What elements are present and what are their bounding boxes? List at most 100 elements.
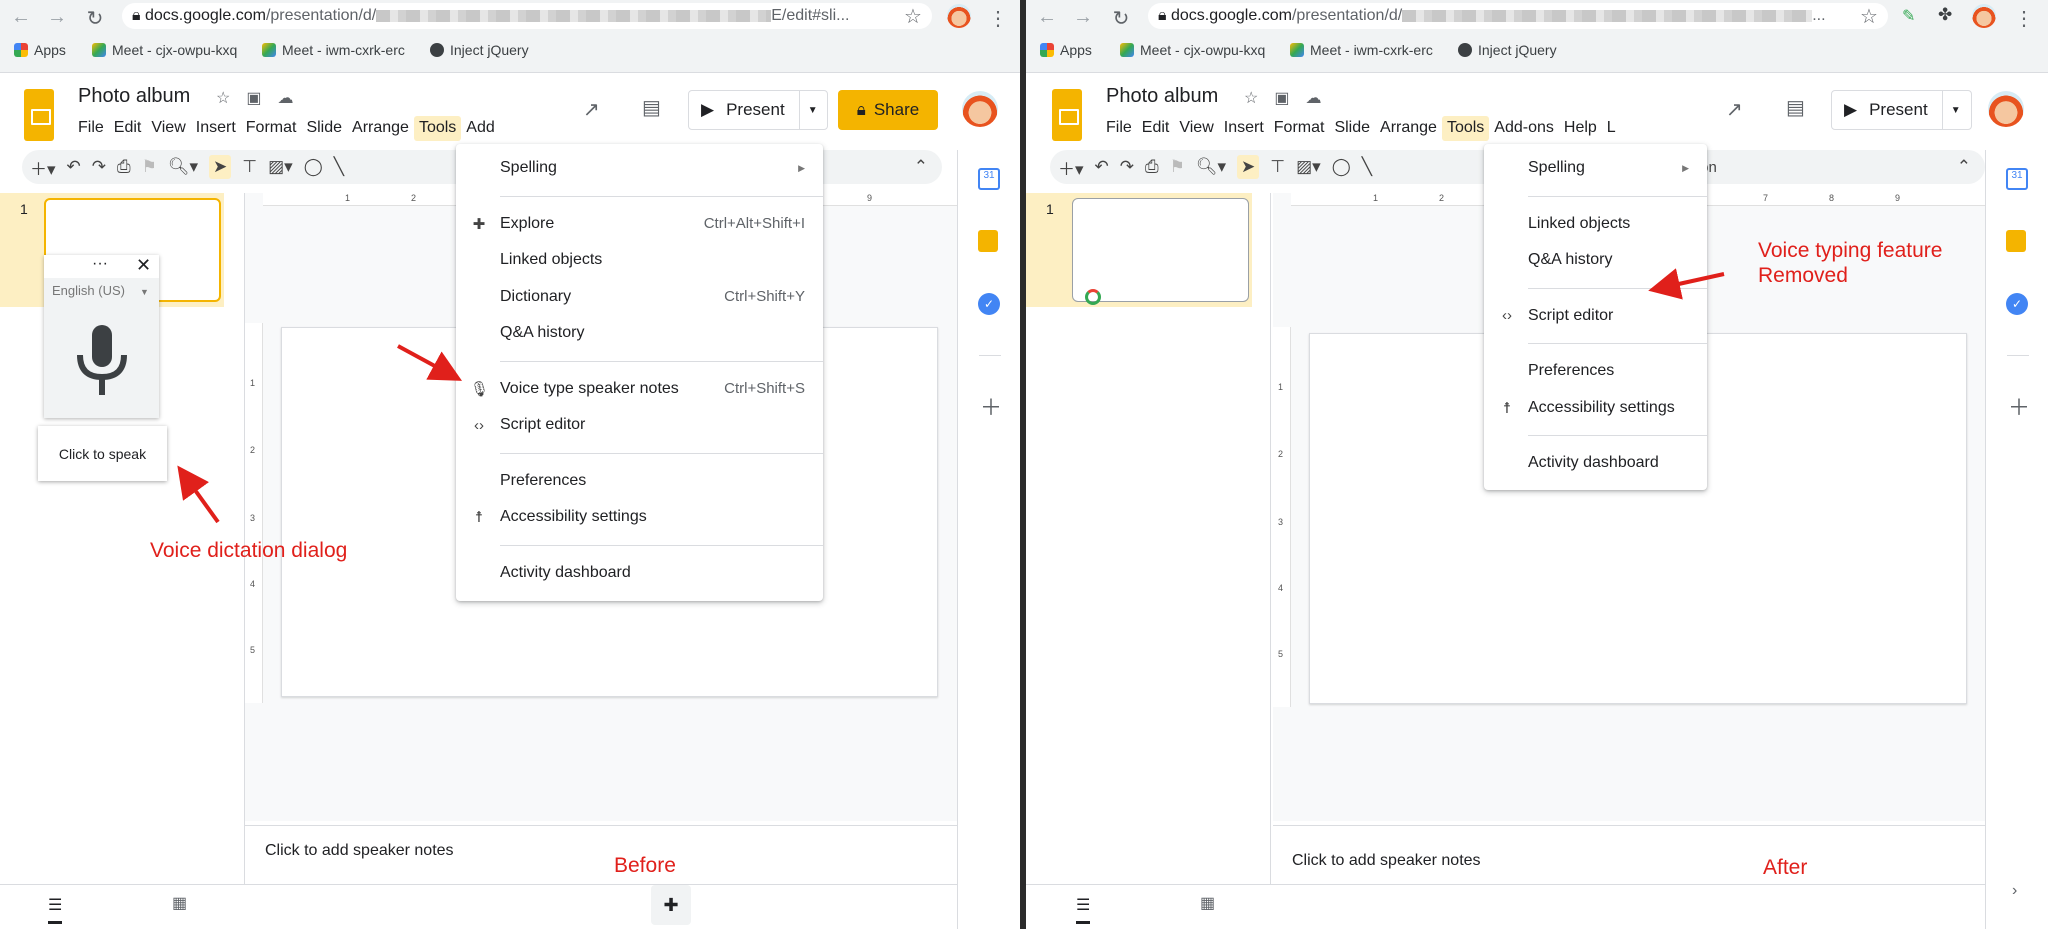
slide-thumbnail-row[interactable]: 1: [1026, 193, 1252, 307]
extensions-puzzle-icon[interactable]: ✤: [1938, 5, 1952, 25]
bookmark-meet-1[interactable]: Meet - cjx-owpu-kxq: [92, 42, 237, 58]
menu-add-ons[interactable]: Add-ons: [1489, 116, 1559, 141]
calendar-icon[interactable]: 31: [2006, 168, 2028, 190]
menu-item-activity-dashboard[interactable]: Activity dashboard: [1484, 445, 1707, 482]
language-select[interactable]: English (US): [52, 283, 125, 298]
grid-view-icon[interactable]: ▦: [172, 893, 187, 913]
menu-item-spelling[interactable]: Spelling ▶: [456, 150, 823, 187]
paint-format-icon[interactable]: ⚑: [142, 157, 157, 177]
menu-view[interactable]: View: [146, 116, 190, 141]
menu-item-preferences[interactable]: Preferences: [1484, 353, 1707, 390]
chrome-menu-icon[interactable]: ⋮: [985, 6, 1011, 31]
menu-item-accessibility-settings[interactable]: ☨ Accessibility settings: [1484, 390, 1707, 427]
menu-format[interactable]: Format: [241, 116, 302, 141]
speaker-notes[interactable]: Click to add speaker notes: [245, 825, 957, 884]
shape-icon[interactable]: ◯: [304, 157, 323, 177]
forward-button[interactable]: →: [1070, 6, 1096, 29]
print-icon[interactable]: ⎙: [117, 157, 131, 177]
close-icon[interactable]: ✕: [136, 255, 151, 276]
document-title[interactable]: Photo album: [78, 85, 190, 108]
redo-icon[interactable]: ↷: [1120, 157, 1134, 177]
add-addon-icon[interactable]: ＋: [980, 390, 1002, 422]
menu-slide[interactable]: Slide: [301, 116, 347, 141]
menu-item-activity-dashboard[interactable]: Activity dashboard: [456, 555, 823, 592]
menu-item-q-a-history[interactable]: Q&A history: [456, 315, 823, 352]
profile-avatar[interactable]: [1972, 4, 1996, 28]
bookmark-star-icon[interactable]: ☆: [1856, 4, 1882, 29]
present-dropdown-icon[interactable]: ▼: [800, 105, 826, 116]
line-icon[interactable]: ╲: [1362, 157, 1372, 177]
move-folder-icon[interactable]: ▣: [1274, 88, 1289, 108]
select-icon[interactable]: ➤: [209, 155, 232, 179]
menu-file[interactable]: File: [1101, 116, 1137, 141]
menu-l[interactable]: L: [1602, 116, 1621, 141]
menu-tools[interactable]: Tools: [413, 116, 462, 141]
expand-panel-icon[interactable]: ›: [2012, 882, 2017, 900]
microphone-icon[interactable]: [76, 325, 128, 397]
menu-item-voice-type-speaker-notes[interactable]: 🎙︎ Voice type speaker notes Ctrl+Shift+S: [456, 371, 823, 408]
menu-item-preferences[interactable]: Preferences: [456, 463, 823, 500]
present-button[interactable]: ▶ Present ▼: [1831, 90, 1972, 130]
profile-avatar[interactable]: [947, 4, 971, 28]
bookmark-meet-2[interactable]: Meet - iwm-cxrk-erc: [1290, 42, 1433, 58]
move-folder-icon[interactable]: ▣: [246, 88, 261, 108]
menu-item-linked-objects[interactable]: Linked objects: [1484, 206, 1707, 243]
text-box-icon[interactable]: ⊤: [242, 157, 257, 177]
tasks-icon[interactable]: ✓: [978, 293, 1000, 315]
select-icon[interactable]: ➤: [1237, 155, 1260, 179]
comments-icon[interactable]: ▤: [1786, 95, 1805, 120]
document-title[interactable]: Photo album: [1106, 85, 1218, 108]
address-bar[interactable]: 🔒︎ docs.google.com/presentation/d/E/edit…: [122, 3, 932, 29]
bookmark-inject-jquery[interactable]: Inject jQuery: [430, 42, 529, 58]
menu-item-explore[interactable]: ✚ Explore Ctrl+Alt+Shift+I: [456, 206, 823, 243]
explore-button[interactable]: ✚: [651, 885, 691, 925]
redo-icon[interactable]: ↷: [92, 157, 106, 177]
image-icon[interactable]: ▨▾: [268, 157, 293, 177]
menu-add[interactable]: Add: [461, 116, 499, 141]
language-dropdown-icon[interactable]: ▼: [140, 287, 149, 297]
menu-insert[interactable]: Insert: [1219, 116, 1269, 141]
menu-item-linked-objects[interactable]: Linked objects: [456, 242, 823, 279]
menu-format[interactable]: Format: [1269, 116, 1330, 141]
more-options-icon[interactable]: ···: [92, 255, 108, 273]
slide-thumbnail[interactable]: [1072, 198, 1249, 305]
extension-icon[interactable]: ✎: [1902, 6, 1915, 26]
chrome-menu-icon[interactable]: ⋮: [2011, 6, 2037, 31]
shape-icon[interactable]: ◯: [1332, 157, 1351, 177]
address-bar[interactable]: 🔒︎ docs.google.com/presentation/d/...: [1148, 3, 1888, 29]
activity-trend-icon[interactable]: ↗: [1726, 97, 1743, 122]
share-button[interactable]: 🔒︎ Share: [838, 90, 938, 130]
forward-button[interactable]: →: [44, 6, 70, 29]
slides-logo[interactable]: [24, 89, 54, 141]
menu-edit[interactable]: Edit: [109, 116, 147, 141]
image-icon[interactable]: ▨▾: [1296, 157, 1321, 177]
new-slide-icon[interactable]: ＋▾: [30, 155, 56, 180]
bookmark-meet-2[interactable]: Meet - iwm-cxrk-erc: [262, 42, 405, 58]
menu-file[interactable]: File: [73, 116, 109, 141]
present-button[interactable]: ▶ Present ▼: [688, 90, 828, 130]
user-avatar[interactable]: [962, 91, 998, 127]
activity-trend-icon[interactable]: ↗: [583, 97, 600, 122]
cloud-status-icon[interactable]: ☁: [1305, 88, 1321, 108]
menu-arrange[interactable]: Arrange: [1375, 116, 1442, 141]
line-icon[interactable]: ╲: [334, 157, 344, 177]
menu-insert[interactable]: Insert: [191, 116, 241, 141]
bookmark-inject-jquery[interactable]: Inject jQuery: [1458, 42, 1557, 58]
menu-view[interactable]: View: [1174, 116, 1218, 141]
slides-logo[interactable]: [1052, 89, 1082, 141]
vertical-ruler[interactable]: 1 2 3 4 5: [245, 323, 263, 703]
back-button[interactable]: ←: [8, 6, 34, 29]
new-slide-icon[interactable]: ＋▾: [1058, 155, 1084, 180]
bookmark-star-icon[interactable]: ☆: [900, 4, 926, 29]
add-addon-icon[interactable]: ＋: [2008, 390, 2030, 422]
bookmark-meet-1[interactable]: Meet - cjx-owpu-kxq: [1120, 42, 1265, 58]
vertical-ruler[interactable]: 1 2 3 4 5: [1273, 327, 1291, 707]
menu-slide[interactable]: Slide: [1329, 116, 1375, 141]
menu-item-q-a-history[interactable]: Q&A history: [1484, 242, 1707, 279]
user-avatar[interactable]: [1988, 91, 2024, 127]
calendar-icon[interactable]: 31: [978, 168, 1000, 190]
menu-tools[interactable]: Tools: [1441, 116, 1490, 141]
reload-button[interactable]: ↻: [1108, 6, 1134, 31]
menu-item-dictionary[interactable]: Dictionary Ctrl+Shift+Y: [456, 279, 823, 316]
zoom-icon[interactable]: 🔍︎▾: [1196, 157, 1226, 177]
